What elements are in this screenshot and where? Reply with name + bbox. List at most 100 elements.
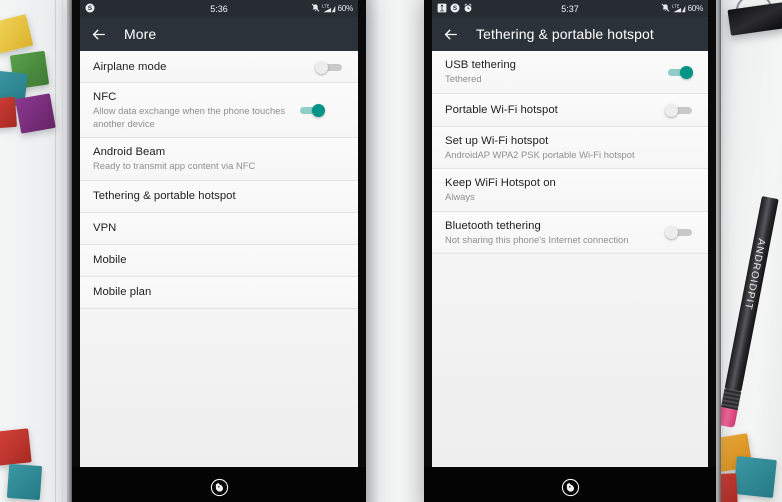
list-item-subtitle: Always: [445, 191, 475, 202]
list-item-android-beam[interactable]: Android Beam Ready to transmit app conte…: [80, 138, 358, 181]
list-item-subtitle: Tethered: [445, 73, 482, 84]
list-item-texts: Mobile plan: [93, 277, 345, 307]
toggle-thumb: [680, 65, 693, 79]
status-icons-right: LTE 60%: [661, 3, 703, 15]
list-item-mobile[interactable]: Mobile: [80, 244, 358, 277]
phone-right-screen: S 5:37 LTE 60% Tethering & portable hots…: [432, 0, 708, 467]
list-item-set-up-wifi-hotspot[interactable]: Set up Wi-Fi hotspot AndroidAP WPA2 PSK …: [432, 126, 708, 169]
nfc-toggle[interactable]: [297, 103, 327, 117]
skype-icon: S: [450, 3, 460, 15]
list-item-texts: NFC Allow data exchange when the phone t…: [93, 83, 289, 137]
page-title: Tethering & portable hotspot: [476, 26, 654, 42]
settings-list[interactable]: USB tethering Tethered Portable Wi-Fi ho…: [432, 51, 708, 467]
desk-edge-line-right-2: [722, 0, 723, 502]
portable-wifi-hotspot-toggle[interactable]: [665, 103, 695, 117]
toggle-thumb: [312, 104, 325, 117]
list-item-title: Mobile: [93, 254, 127, 266]
mute-icon: [661, 3, 670, 15]
list-item-keep-wifi-hotspot-on[interactable]: Keep WiFi Hotspot on Always: [432, 169, 708, 212]
list-item-subtitle: Ready to transmit app content via NFC: [93, 160, 256, 171]
list-item-title: Airplane mode: [93, 60, 167, 73]
phone-left-edge: [67, 0, 72, 502]
usb-tethering-icon: [437, 3, 447, 15]
app-bar: More: [80, 17, 358, 51]
list-empty-area: [80, 308, 358, 467]
status-bar: S 5:37 LTE 60%: [432, 0, 708, 17]
toggle-thumb: [665, 103, 678, 117]
svg-text:S: S: [453, 5, 457, 12]
screenshot-scene: ANDROIDPIT S 5:36 LTE 60% More Airplane …: [0, 0, 782, 502]
list-item-title: Mobile plan: [93, 286, 152, 298]
list-empty-area: [432, 254, 708, 467]
list-item-title: Bluetooth tethering: [445, 219, 541, 232]
list-item-portable-wifi-hotspot[interactable]: Portable Wi-Fi hotspot: [432, 93, 708, 127]
page-title: More: [124, 26, 157, 42]
list-item-texts: Bluetooth tethering Not sharing this pho…: [445, 212, 657, 254]
wooden-block-teal-right: [733, 456, 777, 498]
svg-text:S: S: [88, 5, 92, 12]
toggle-thumb: [315, 60, 328, 74]
battery-percent: 60%: [337, 4, 354, 13]
desk-edge-line-left-2: [62, 0, 63, 502]
list-item-title: Portable Wi-Fi hotspot: [445, 103, 558, 116]
list-item-title: NFC: [93, 91, 117, 103]
alarm-icon: [463, 3, 473, 15]
svg-text:LTE: LTE: [322, 3, 330, 8]
phone-bottom-bezel: [72, 467, 366, 502]
phone-bottom-bezel: [424, 467, 716, 502]
list-item-title: VPN: [93, 222, 117, 234]
list-item-texts: Airplane mode: [93, 52, 307, 82]
list-item-texts: Portable Wi-Fi hotspot: [445, 95, 657, 125]
status-icons-left: S: [437, 3, 473, 15]
desk-surface-middle: [366, 0, 428, 502]
list-item-usb-tethering[interactable]: USB tethering Tethered: [432, 51, 708, 94]
list-item-title: Keep WiFi Hotspot on: [445, 177, 556, 189]
list-item-texts: Tethering & portable hotspot: [93, 181, 345, 211]
toggle-thumb: [665, 226, 678, 240]
list-item-nfc[interactable]: NFC Allow data exchange when the phone t…: [80, 83, 358, 138]
skype-icon: S: [85, 3, 95, 15]
list-item-texts: Keep WiFi Hotspot on Always: [445, 169, 695, 211]
list-item-title: Android Beam: [93, 146, 166, 158]
mute-icon: [311, 3, 320, 15]
back-arrow-icon[interactable]: [90, 26, 107, 43]
list-item-title: Tethering & portable hotspot: [93, 190, 236, 202]
phone-right-edge: [716, 0, 721, 502]
lte-signal-icon: LTE: [672, 3, 686, 15]
wooden-block-teal-bottom: [6, 463, 43, 501]
list-item-texts: Mobile: [93, 245, 345, 275]
list-item-texts: VPN: [93, 213, 345, 243]
wooden-block-red-bottom: [0, 428, 32, 466]
status-icons-right: LTE 60%: [311, 3, 353, 15]
desk-edge-line-left: [55, 0, 56, 502]
phone-left-screen: S 5:36 LTE 60% More Airplane mode NFC Al…: [80, 0, 358, 467]
usb-tethering-toggle[interactable]: [665, 65, 695, 79]
back-arrow-icon[interactable]: [442, 26, 459, 43]
wooden-block-purple: [15, 93, 56, 134]
fox-head-logo-icon[interactable]: [210, 478, 229, 497]
battery-percent: 60%: [687, 4, 704, 13]
list-item-subtitle: Allow data exchange when the phone touch…: [93, 105, 286, 129]
phone-left: S 5:36 LTE 60% More Airplane mode NFC Al…: [67, 0, 366, 502]
list-item-vpn[interactable]: VPN: [80, 212, 358, 245]
list-item-airplane-mode[interactable]: Airplane mode: [80, 51, 358, 83]
fox-head-logo-icon[interactable]: [561, 478, 580, 497]
airplane-mode-toggle[interactable]: [315, 60, 345, 74]
list-item-subtitle: AndroidAP WPA2 PSK portable Wi-Fi hotspo…: [445, 148, 635, 160]
status-bar: S 5:36 LTE 60%: [80, 0, 358, 17]
list-item-texts: Set up Wi-Fi hotspot AndroidAP WPA2 PSK …: [445, 127, 695, 169]
list-item-subtitle: Not sharing this phone's Internet connec…: [445, 233, 629, 245]
status-icons-left: S: [85, 3, 95, 15]
list-item-title: Set up Wi-Fi hotspot: [445, 134, 549, 147]
list-item-texts: USB tethering Tethered: [445, 51, 657, 93]
bluetooth-tethering-toggle[interactable]: [665, 225, 695, 240]
wooden-block-red: [0, 96, 18, 130]
settings-list[interactable]: Airplane mode NFC Allow data exchange wh…: [80, 51, 358, 467]
svg-text:LTE: LTE: [672, 3, 680, 8]
list-item-title: USB tethering: [445, 59, 516, 71]
list-item-mobile-plan[interactable]: Mobile plan: [80, 276, 358, 309]
app-bar: Tethering & portable hotspot: [432, 17, 708, 51]
list-item-bluetooth-tethering[interactable]: Bluetooth tethering Not sharing this pho…: [432, 211, 708, 254]
lte-signal-icon: LTE: [322, 3, 336, 15]
list-item-tethering-hotspot[interactable]: Tethering & portable hotspot: [80, 180, 358, 213]
